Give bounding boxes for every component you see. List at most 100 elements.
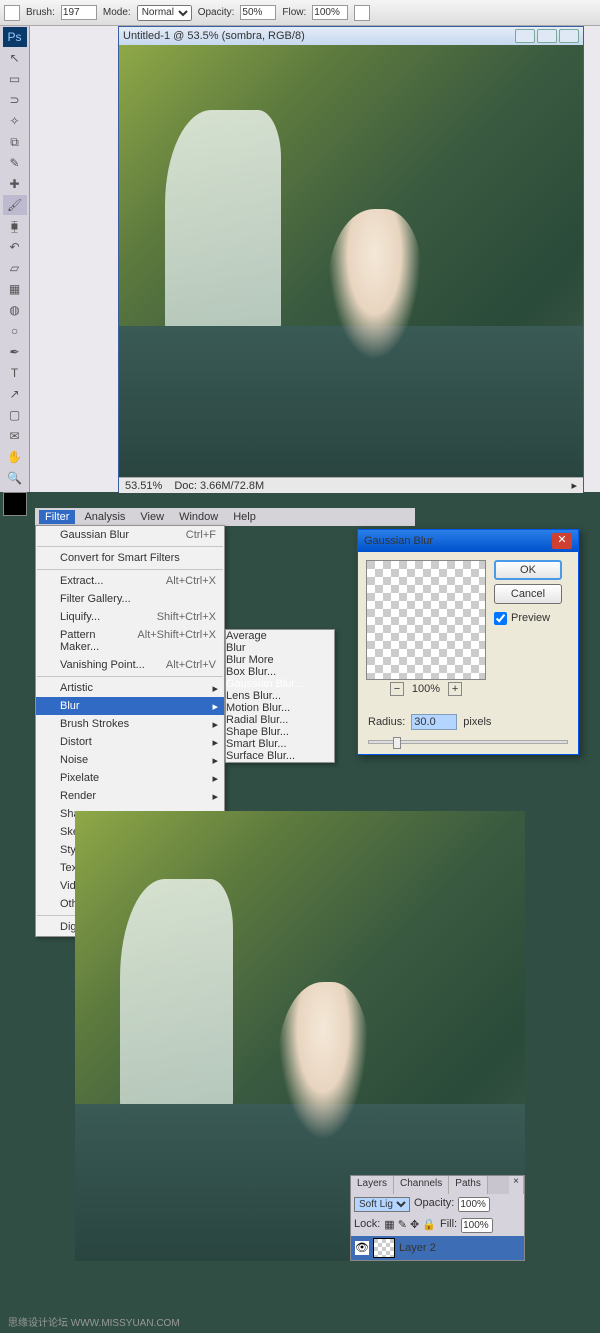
submenu-item[interactable]: Surface Blur... <box>226 750 334 762</box>
zoom-readout[interactable]: 53.51% <box>125 480 162 492</box>
marquee-tool[interactable]: ▭ <box>3 69 27 89</box>
options-bar: Brush: Mode: Normal Opacity: Flow: <box>0 0 600 26</box>
panel-close-icon[interactable]: × <box>509 1176 524 1194</box>
flow-input[interactable] <box>312 5 348 20</box>
result-image: Layers Channels Paths × Soft Light Opaci… <box>75 811 525 1261</box>
blur-submenu: Average Blur Blur More Box Blur... Gauss… <box>225 629 335 763</box>
dialog-close-button[interactable]: ✕ <box>552 533 572 549</box>
visibility-icon[interactable]: 👁 <box>355 1241 369 1255</box>
minimize-button[interactable] <box>515 29 535 43</box>
tab-channels[interactable]: Channels <box>394 1176 449 1194</box>
eraser-tool[interactable]: ▱ <box>3 258 27 278</box>
submenu-item[interactable]: Blur <box>226 642 334 654</box>
menu-render[interactable]: Render▸ <box>36 787 224 805</box>
menu-pixelate[interactable]: Pixelate▸ <box>36 769 224 787</box>
document-title: Untitled-1 @ 53.5% (sombra, RGB/8) <box>123 30 305 42</box>
preview-checkbox[interactable]: Preview <box>494 612 562 625</box>
document-window: Untitled-1 @ 53.5% (sombra, RGB/8) 53.51… <box>118 26 584 492</box>
watermark-bottom: 思缘设计论坛 WWW.MISSYUAN.COM <box>8 1314 180 1329</box>
menu-window[interactable]: Window <box>173 510 224 524</box>
layer-fill-input[interactable] <box>461 1218 493 1233</box>
dialog-title: Gaussian Blur <box>364 535 433 547</box>
menu-item[interactable]: Vanishing Point...Alt+Ctrl+V <box>36 656 224 674</box>
brush-icon[interactable] <box>4 5 20 21</box>
stamp-tool[interactable]: ⧯ <box>3 216 27 236</box>
menu-filter[interactable]: Filter <box>39 510 75 524</box>
dialog-titlebar: Gaussian Blur ✕ <box>358 530 578 552</box>
menu-item[interactable]: Extract...Alt+Ctrl+X <box>36 572 224 590</box>
menu-artistic[interactable]: Artistic▸ <box>36 679 224 697</box>
submenu-item[interactable]: Lens Blur... <box>226 690 334 702</box>
airbrush-icon[interactable] <box>354 5 370 21</box>
color-swatch[interactable] <box>3 492 27 516</box>
slider-handle[interactable] <box>393 737 401 749</box>
menu-analysis[interactable]: Analysis <box>78 510 131 524</box>
mode-label: Mode: <box>103 7 131 18</box>
menu-blur[interactable]: Blur▸ <box>36 697 224 715</box>
gradient-tool[interactable]: ▦ <box>3 279 27 299</box>
menu-help[interactable]: Help <box>227 510 262 524</box>
lasso-tool[interactable]: ⊃ <box>3 90 27 110</box>
menu-view[interactable]: View <box>134 510 170 524</box>
preview-thumbnail[interactable] <box>366 560 486 680</box>
blend-mode-select[interactable]: Normal <box>137 5 192 21</box>
wand-tool[interactable]: ✧ <box>3 111 27 131</box>
tab-layers[interactable]: Layers <box>351 1176 394 1194</box>
canvas[interactable] <box>119 45 583 477</box>
dodge-tool[interactable]: ○ <box>3 321 27 341</box>
path-tool[interactable]: ↗ <box>3 384 27 404</box>
radius-input[interactable] <box>411 714 457 730</box>
ps-icon[interactable]: Ps <box>3 27 27 47</box>
close-button[interactable] <box>559 29 579 43</box>
brush-tool[interactable]: 🖌 <box>3 195 27 215</box>
submenu-item[interactable]: Average <box>226 630 334 642</box>
submenu-item[interactable]: Shape Blur... <box>226 726 334 738</box>
flow-label: Flow: <box>282 7 306 18</box>
menu-item[interactable]: Liquify...Shift+Ctrl+X <box>36 608 224 626</box>
submenu-item[interactable]: Smart Blur... <box>226 738 334 750</box>
move-tool[interactable]: ↖ <box>3 48 27 68</box>
menubar: Filter Analysis View Window Help <box>35 508 415 526</box>
lock-icons[interactable]: ▦ ✎ ✥ 🔒 <box>384 1218 436 1233</box>
brush-size-input[interactable] <box>61 5 97 20</box>
zoom-in-button[interactable]: + <box>448 682 462 696</box>
hand-tool[interactable]: ✋ <box>3 447 27 467</box>
maximize-button[interactable] <box>537 29 557 43</box>
menu-brush-strokes[interactable]: Brush Strokes▸ <box>36 715 224 733</box>
history-brush[interactable]: ↶ <box>3 237 27 257</box>
submenu-item[interactable]: Radial Blur... <box>226 714 334 726</box>
waterfall-art <box>120 879 233 1127</box>
menu-noise[interactable]: Noise▸ <box>36 751 224 769</box>
submenu-item[interactable]: Blur More <box>226 654 334 666</box>
menu-item[interactable]: Gaussian BlurCtrl+F <box>36 526 224 544</box>
blend-mode-select[interactable]: Soft Light <box>354 1197 410 1212</box>
menu-distort[interactable]: Distort▸ <box>36 733 224 751</box>
submenu-gaussian-blur[interactable]: Gaussian Blur... <box>226 678 334 690</box>
pen-tool[interactable]: ✒ <box>3 342 27 362</box>
layer-row[interactable]: 👁 Layer 2 <box>351 1236 524 1260</box>
lock-label: Lock: <box>354 1218 380 1233</box>
menu-item[interactable]: Pattern Maker...Alt+Shift+Ctrl+X <box>36 626 224 656</box>
notes-tool[interactable]: ✉ <box>3 426 27 446</box>
layer-opacity-input[interactable] <box>458 1197 490 1212</box>
type-tool[interactable]: T <box>3 363 27 383</box>
layer-name: Layer 2 <box>399 1242 436 1254</box>
submenu-item[interactable]: Box Blur... <box>226 666 334 678</box>
zoom-tool[interactable]: 🔍 <box>3 468 27 488</box>
opacity-input[interactable] <box>240 5 276 20</box>
heal-tool[interactable]: ✚ <box>3 174 27 194</box>
crop-tool[interactable]: ⧉ <box>3 132 27 152</box>
eyedropper-tool[interactable]: ✎ <box>3 153 27 173</box>
layer-thumbnail[interactable] <box>373 1238 395 1258</box>
menu-item[interactable]: Convert for Smart Filters <box>36 549 224 567</box>
radius-slider[interactable] <box>368 740 568 744</box>
zoom-out-button[interactable]: − <box>390 682 404 696</box>
menu-item[interactable]: Filter Gallery... <box>36 590 224 608</box>
scroll-arrow-icon[interactable]: ▸ <box>571 479 577 492</box>
ok-button[interactable]: OK <box>494 560 562 580</box>
shape-tool[interactable]: ▢ <box>3 405 27 425</box>
tab-paths[interactable]: Paths <box>449 1176 488 1194</box>
submenu-item[interactable]: Motion Blur... <box>226 702 334 714</box>
cancel-button[interactable]: Cancel <box>494 584 562 604</box>
blur-tool[interactable]: ◍ <box>3 300 27 320</box>
